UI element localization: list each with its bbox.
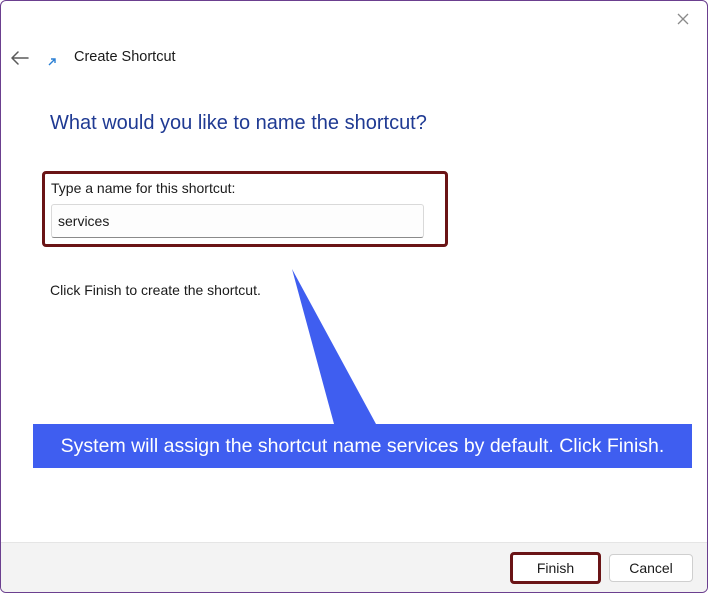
close-icon — [677, 13, 689, 25]
shortcut-name-input[interactable] — [51, 204, 424, 238]
shortcut-name-group: Type a name for this shortcut: — [42, 171, 448, 247]
shortcut-name-label: Type a name for this shortcut: — [51, 180, 236, 196]
back-button[interactable] — [9, 47, 31, 69]
finish-instruction: Click Finish to create the shortcut. — [50, 282, 261, 298]
wizard-title: Create Shortcut — [74, 49, 176, 65]
instruction-callout: System will assign the shortcut name ser… — [33, 424, 692, 468]
close-button[interactable] — [671, 7, 695, 31]
shortcut-arrow-icon — [48, 58, 56, 66]
create-shortcut-window: Create Shortcut What would you like to n… — [0, 0, 708, 593]
back-arrow-icon — [11, 51, 29, 65]
wizard-footer: Finish Cancel — [1, 542, 707, 592]
finish-button[interactable]: Finish — [510, 552, 601, 584]
cancel-button[interactable]: Cancel — [609, 554, 693, 582]
page-heading: What would you like to name the shortcut… — [50, 112, 427, 134]
